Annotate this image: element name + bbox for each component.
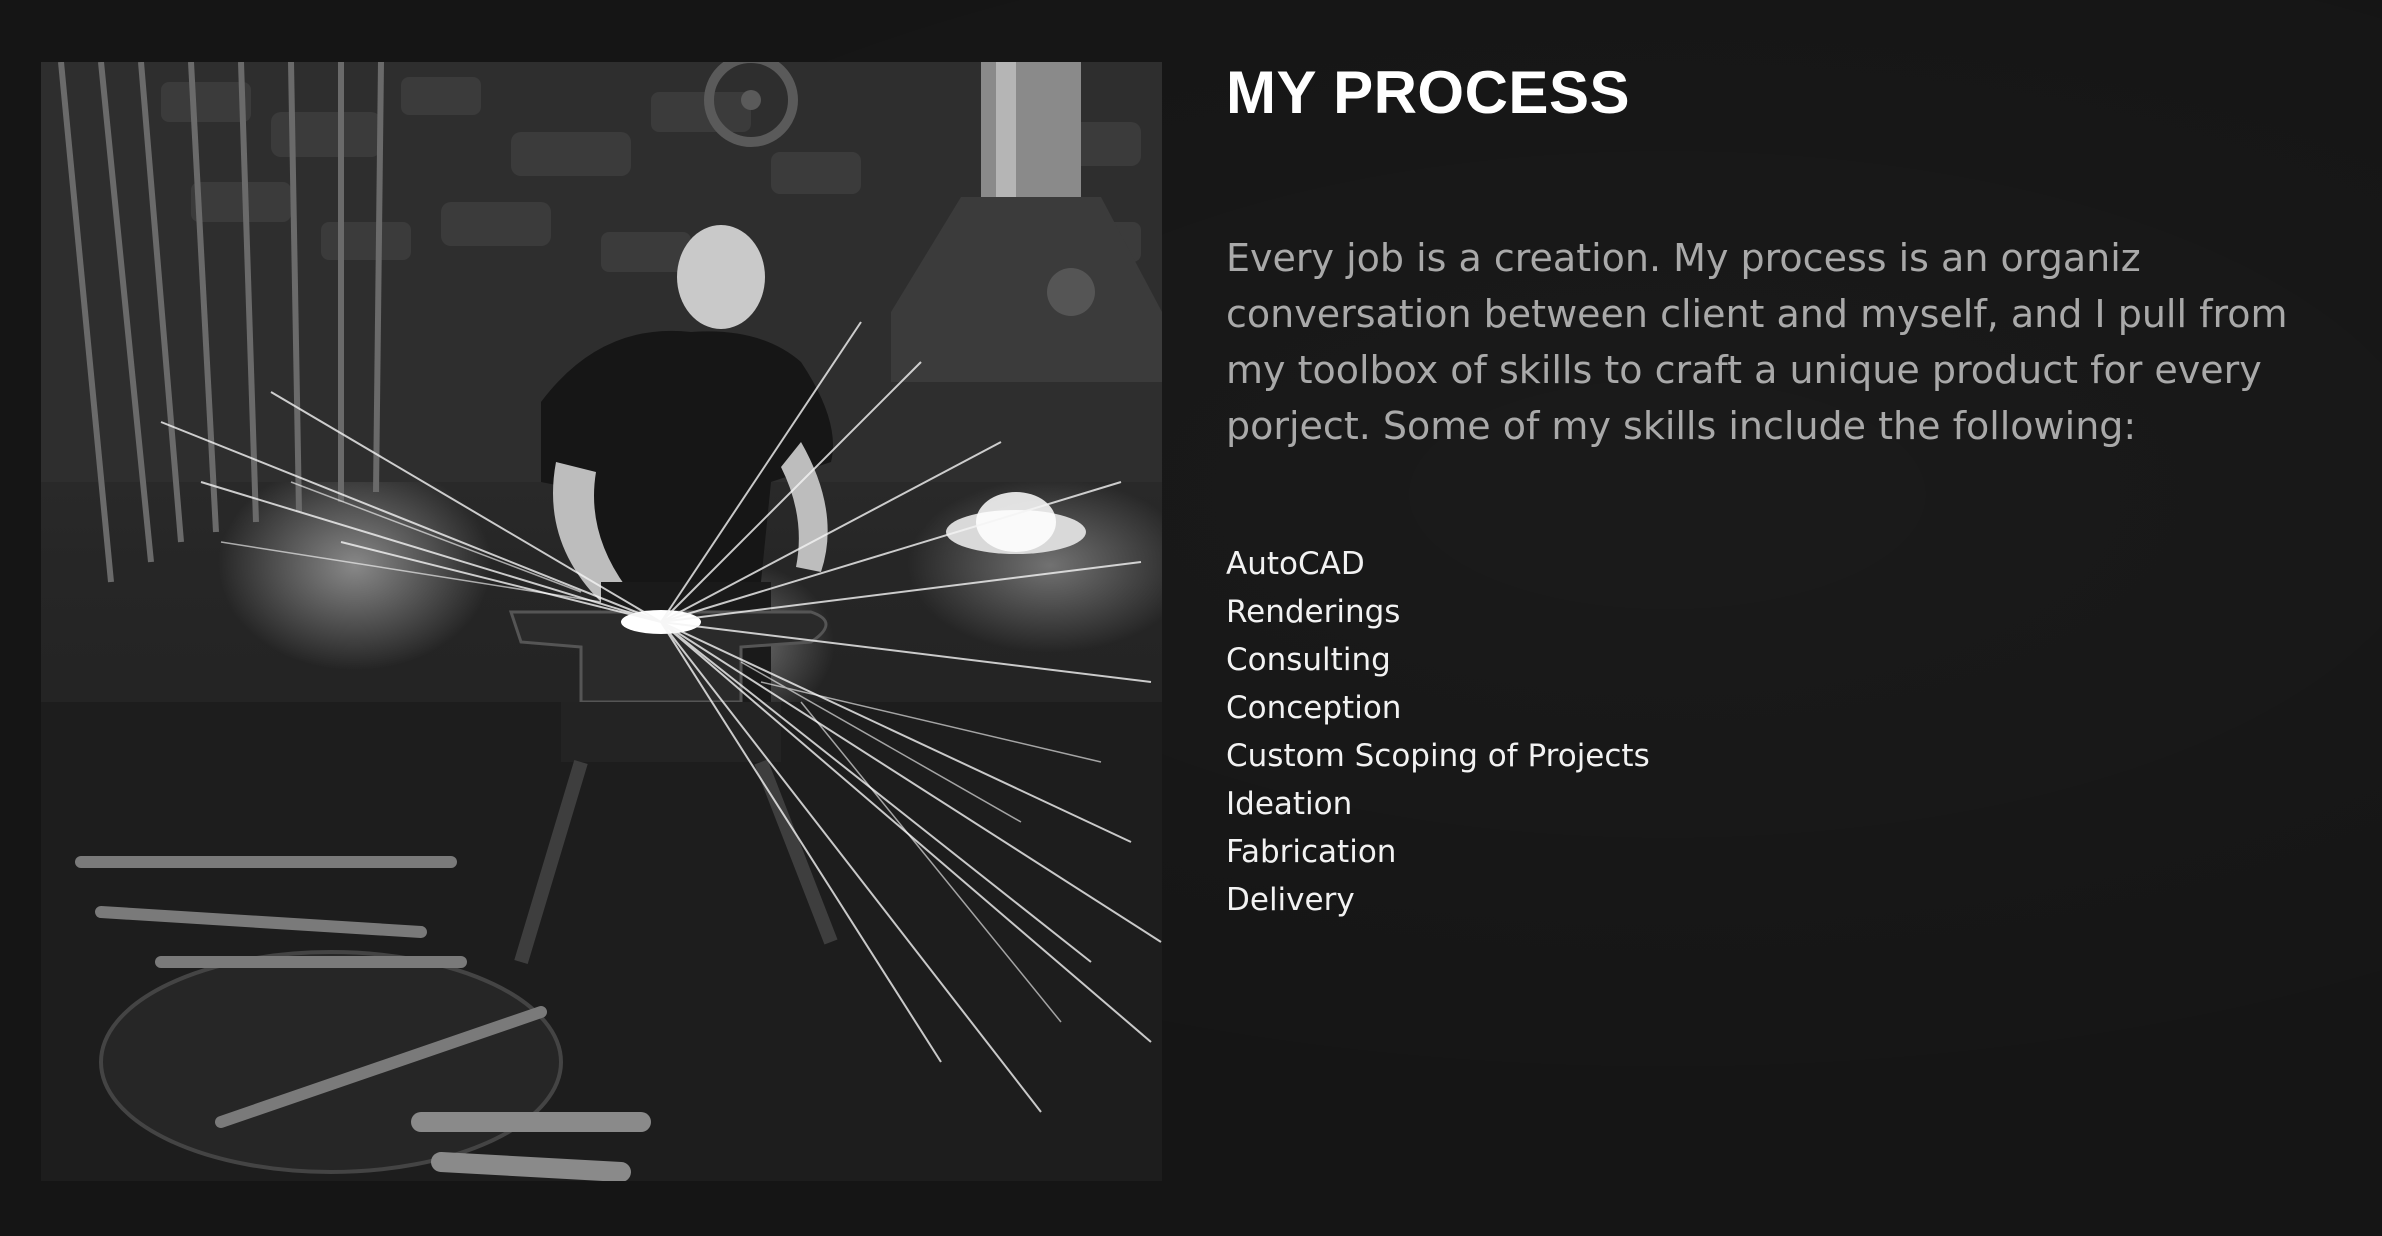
page-title: MY PROCESS — [1226, 59, 1630, 126]
process-intro: Every job is a creation. My process is a… — [1226, 236, 2288, 448]
skill-item: AutoCAD — [1226, 546, 1365, 582]
skills-list: AutoCAD Renderings Consulting Conception… — [1226, 540, 1650, 924]
skill-item: Consulting — [1226, 642, 1391, 678]
skill-item: Conception — [1226, 690, 1402, 726]
skill-item: Renderings — [1226, 594, 1401, 630]
blacksmith-photo-illustration — [41, 62, 1162, 1181]
skill-item: Ideation — [1226, 786, 1353, 822]
skill-item: Delivery — [1226, 882, 1355, 918]
skill-item: Custom Scoping of Projects — [1226, 738, 1650, 774]
skill-item: Fabrication — [1226, 834, 1397, 870]
blacksmith-photo — [41, 62, 1162, 1181]
